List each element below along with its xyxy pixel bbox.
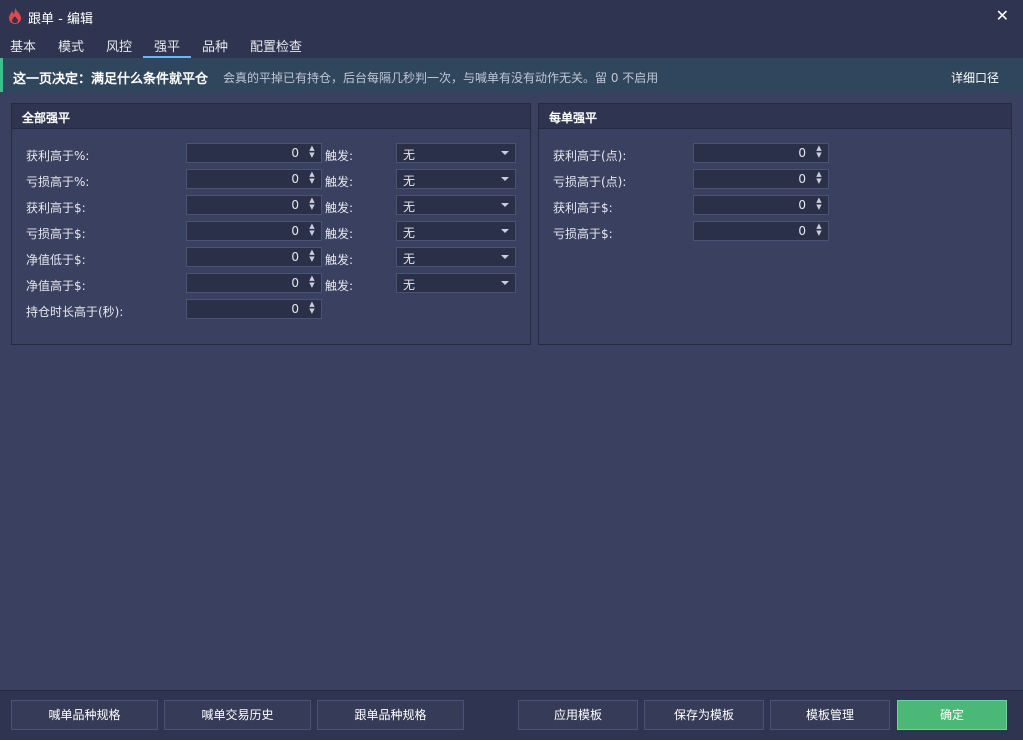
trigger-label: 触发: [325,201,354,215]
dropdown-caret-icon [501,203,509,207]
spinner-icon[interactable]: ▲ ▼ [307,275,317,291]
select-value: 无 [403,200,416,214]
info-banner: 这一页决定：满足什么条件就平仓 会真的平掉已有持仓，后台每隔几秒判一次，与喊单有… [0,58,1023,92]
trigger-label: 触发: [325,279,354,293]
save-template-button[interactable]: 保存为模板 [644,700,764,730]
panel-header: 全部强平 [12,104,530,129]
title-bar: 跟单 - 编辑 ✕ [0,0,1023,32]
input-value: 0 [798,146,806,160]
dropdown-caret-icon [501,229,509,233]
trigger-select[interactable]: 无 [396,143,516,163]
tab-symbol[interactable]: 品种 [198,36,232,56]
input-value: 0 [798,172,806,186]
tab-mode[interactable]: 模式 [54,36,88,56]
trigger-select[interactable]: 无 [396,273,516,293]
template-manager-button[interactable]: 模板管理 [770,700,890,730]
number-input[interactable]: 0 ▲ ▼ [186,273,322,293]
caller-symbol-spec-button[interactable]: 喊单品种规格 [11,700,158,730]
number-input[interactable]: 0 ▲ ▼ [693,169,829,189]
trigger-select[interactable]: 无 [396,247,516,267]
number-input[interactable]: 0 ▲ ▼ [186,299,322,319]
window-title: 跟单 - 编辑 [28,12,93,27]
spinner-icon[interactable]: ▲ ▼ [307,249,317,265]
number-input[interactable]: 0 ▲ ▼ [186,143,322,163]
number-input[interactable]: 0 ▲ ▼ [693,221,829,241]
number-input[interactable]: 0 ▲ ▼ [186,247,322,267]
row-label: 获利高于$: [26,201,86,215]
panel-header: 每单强平 [539,104,1011,129]
spinner-icon[interactable]: ▲ ▼ [814,145,824,161]
number-input[interactable]: 0 ▲ ▼ [693,195,829,215]
trigger-label: 触发: [325,175,354,189]
select-value: 无 [403,278,416,292]
number-input[interactable]: 0 ▲ ▼ [186,195,322,215]
dropdown-caret-icon [501,255,509,259]
apply-template-button[interactable]: 应用模板 [518,700,638,730]
trigger-select[interactable]: 无 [396,169,516,189]
row-label: 持仓时长高于(秒): [26,305,124,319]
number-input[interactable]: 0 ▲ ▼ [186,169,322,189]
trigger-label: 触发: [325,227,354,241]
spinner-icon[interactable]: ▲ ▼ [814,171,824,187]
row-label: 净值低于$: [26,253,86,267]
input-value: 0 [798,198,806,212]
input-value: 0 [291,172,299,186]
row-label: 亏损高于%: [26,175,90,189]
spinner-icon[interactable]: ▲ ▼ [307,223,317,239]
dropdown-caret-icon [501,177,509,181]
row-label: 净值高于$: [26,279,86,293]
number-input[interactable]: 0 ▲ ▼ [186,221,322,241]
dropdown-caret-icon [501,281,509,285]
tab-basic[interactable]: 基本 [6,36,40,56]
trigger-select[interactable]: 无 [396,221,516,241]
spinner-icon[interactable]: ▲ ▼ [307,301,317,317]
input-value: 0 [291,146,299,160]
trigger-label: 触发: [325,149,354,163]
number-input[interactable]: 0 ▲ ▼ [693,143,829,163]
select-value: 无 [403,226,416,240]
dropdown-caret-icon [501,151,509,155]
select-value: 无 [403,174,416,188]
row-label: 亏损高于$: [26,227,86,241]
close-icon[interactable]: ✕ [996,6,1009,25]
spinner-icon[interactable]: ▲ ▼ [307,197,317,213]
input-value: 0 [798,224,806,238]
spinner-icon[interactable]: ▲ ▼ [814,223,824,239]
spinner-icon[interactable]: ▲ ▼ [307,171,317,187]
follower-symbol-spec-button[interactable]: 跟单品种规格 [317,700,464,730]
input-value: 0 [291,250,299,264]
row-label: 获利高于(点): [553,149,627,163]
input-value: 0 [291,302,299,316]
details-link[interactable]: 详细口径 [951,69,999,86]
select-value: 无 [403,252,416,266]
footer-bar: 喊单品种规格 喊单交易历史 跟单品种规格 应用模板 保存为模板 模板管理 确定 [0,690,1023,740]
confirm-button[interactable]: 确定 [897,700,1007,730]
trigger-label: 触发: [325,253,354,267]
caller-trade-history-button[interactable]: 喊单交易历史 [164,700,311,730]
tab-config-check[interactable]: 配置检查 [246,36,306,56]
row-label: 获利高于$: [553,201,613,215]
tab-force-close[interactable]: 强平 [143,36,191,58]
trigger-select[interactable]: 无 [396,195,516,215]
select-value: 无 [403,148,416,162]
panel-title: 全部强平 [22,111,71,125]
input-value: 0 [291,276,299,290]
input-value: 0 [291,224,299,238]
banner-heading: 这一页决定：满足什么条件就平仓 [13,72,209,87]
row-label: 亏损高于(点): [553,175,627,189]
panel-title: 每单强平 [549,111,598,125]
banner-description: 会真的平掉已有持仓，后台每隔几秒判一次，与喊单有没有动作无关。留 0 不启用 [223,71,659,85]
flame-icon [9,8,21,24]
row-label: 亏损高于$: [553,227,613,241]
row-label: 获利高于%: [26,149,90,163]
input-value: 0 [291,198,299,212]
spinner-icon[interactable]: ▲ ▼ [307,145,317,161]
spinner-icon[interactable]: ▲ ▼ [814,197,824,213]
tab-bar: 基本 模式 风控 强平 品种 配置检查 [0,32,1023,59]
tab-risk[interactable]: 风控 [102,36,136,56]
